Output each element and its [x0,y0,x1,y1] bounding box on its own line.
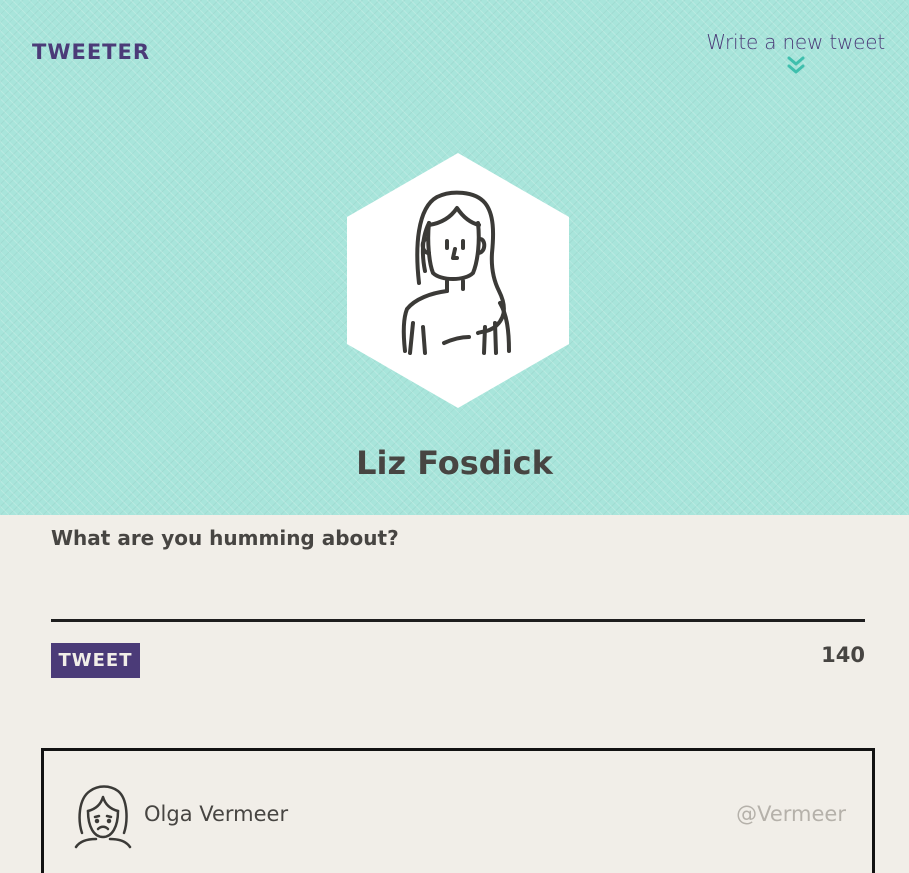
profile-header: TWEETER Write a new tweet Liz Fosdick [0,0,909,515]
brand-logo[interactable]: TWEETER [32,40,150,64]
frowning-woman-avatar-icon [74,785,132,849]
write-new-tweet-label[interactable]: Write a new tweet [706,30,885,54]
page: TWEETER Write a new tweet Liz Fosdick Wh… [0,0,909,873]
profile-name: Liz Fosdick [356,444,553,482]
character-counter: 140 [821,643,865,667]
tweet-card: Olga Vermeer @Vermeer [41,748,875,873]
tweet-button[interactable]: TWEET [51,643,140,678]
tweet-author-name[interactable]: Olga Vermeer [144,802,288,826]
tweet-author-handle[interactable]: @Vermeer [736,802,846,826]
double-chevron-down-icon[interactable] [786,55,806,75]
tweet-input[interactable] [51,560,865,622]
profile-avatar [347,153,569,408]
write-new-tweet-link[interactable]: Write a new tweet [706,30,885,75]
compose-label: What are you humming about? [51,526,399,550]
